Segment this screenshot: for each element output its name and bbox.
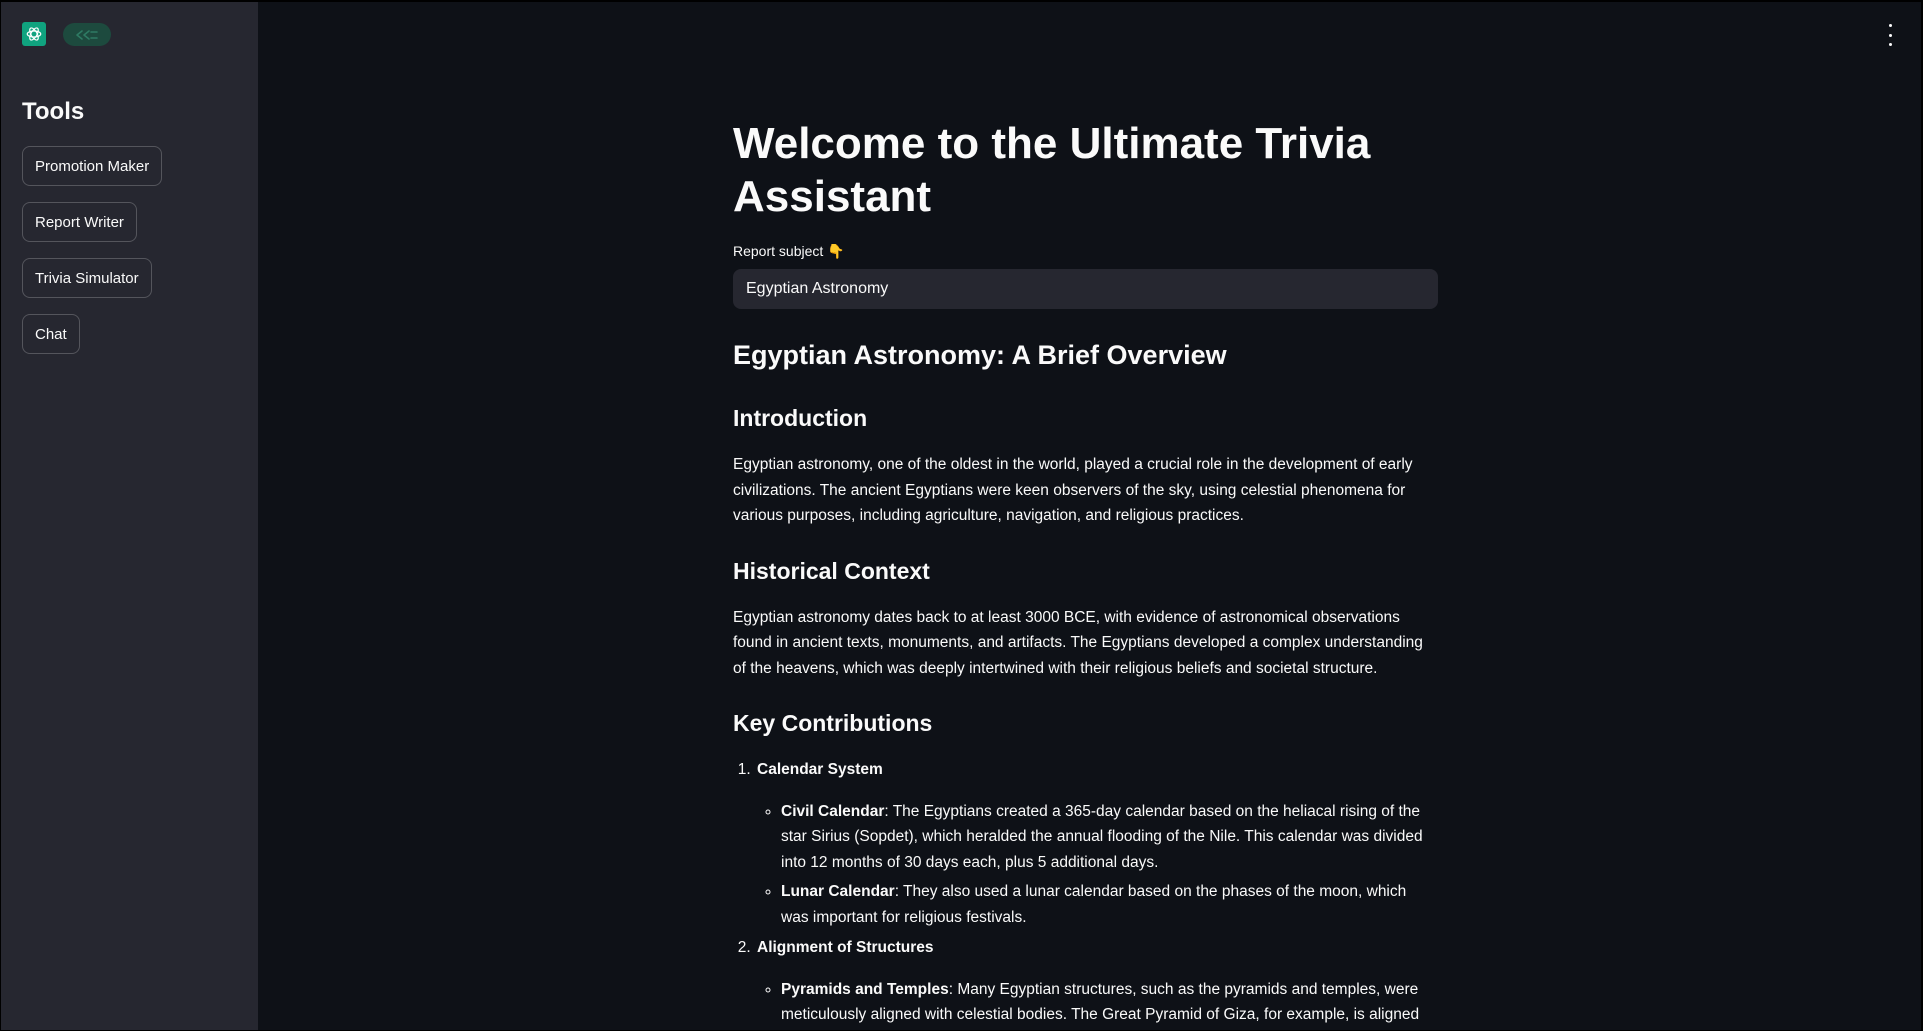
list-item: Calendar System Civil Calendar: The Egyp… (755, 757, 1438, 930)
sub-list: Pyramids and Temples: Many Egyptian stru… (757, 977, 1438, 1031)
contributions-list: Calendar System Civil Calendar: The Egyp… (733, 757, 1438, 1030)
sub-list: Civil Calendar: The Egyptians created a … (757, 799, 1438, 931)
sidebar-title: Tools (22, 98, 85, 125)
kebab-menu-icon[interactable] (1885, 24, 1895, 46)
report-output: Egyptian Astronomy: A Brief Overview Int… (733, 334, 1438, 1030)
openai-logo-icon (22, 22, 46, 46)
section-heading-introduction: Introduction (733, 405, 868, 431)
section-heading-key-contributions: Key Contributions (733, 710, 933, 736)
term: Civil Calendar (781, 802, 885, 820)
list-item: Lunar Calendar: They also used a lunar c… (781, 879, 1438, 930)
contribution-title: Alignment of Structures (757, 939, 934, 956)
list-item: Alignment of Structures Pyramids and Tem… (755, 935, 1438, 1030)
chat-button[interactable]: Chat (22, 314, 80, 354)
report-heading: Egyptian Astronomy: A Brief Overview (733, 340, 1227, 370)
promotion-maker-button[interactable]: Promotion Maker (22, 146, 163, 186)
page-title: Welcome to the Ultimate Trivia Assistant (733, 119, 1371, 221)
trivia-simulator-button[interactable]: Trivia Simulator (22, 258, 152, 298)
sidebar-collapse-icon[interactable] (63, 23, 111, 46)
term: Pyramids and Temples (781, 980, 949, 998)
list-item: Civil Calendar: The Egyptians created a … (781, 799, 1438, 876)
sidebar: Tools Promotion Maker Report Writer Triv… (1, 2, 258, 1030)
app-window: Tools Promotion Maker Report Writer Triv… (1, 2, 1921, 1030)
section-heading-historical-context: Historical Context (733, 557, 930, 584)
report-subject-input[interactable] (733, 269, 1438, 309)
term: Lunar Calendar (781, 883, 895, 900)
contribution-title: Calendar System (757, 761, 883, 778)
report-subject-label: Report subject 👇 (733, 243, 845, 259)
section-body-historical-context: Egyptian astronomy dates back to at leas… (733, 608, 1423, 677)
section-body-introduction: Egyptian astronomy, one of the oldest in… (733, 456, 1413, 524)
report-writer-button[interactable]: Report Writer (22, 202, 137, 242)
list-item: Pyramids and Temples: Many Egyptian stru… (781, 977, 1438, 1031)
